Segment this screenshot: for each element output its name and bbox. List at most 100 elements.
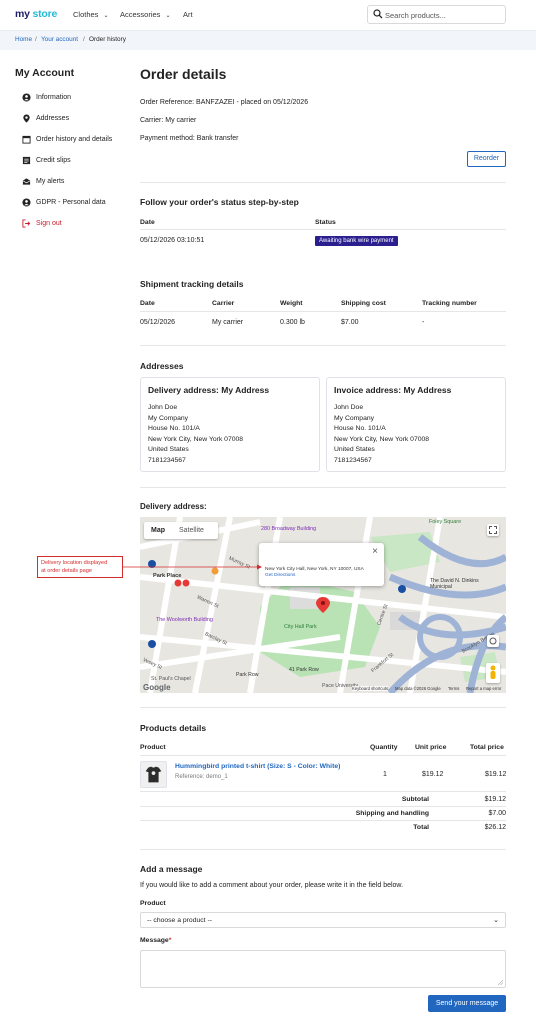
- map-label-dinkins: The David N. Dinkins Municipal: [430, 578, 479, 590]
- shipment-weight: 0.300 lb: [280, 319, 305, 326]
- chevron-down-icon: ⌄: [165, 13, 171, 19]
- products-header-product: Product: [140, 744, 166, 751]
- breadcrumb-current: Order history: [89, 36, 126, 43]
- shipment-section-title: Shipment tracking details: [140, 279, 244, 289]
- delivery-address-title: Delivery address: My Address: [148, 385, 270, 395]
- nav-accessories[interactable]: Accessories ⌄: [120, 10, 170, 19]
- map-type-tabs: Map Satellite: [144, 522, 218, 539]
- store-logo[interactable]: my store: [15, 8, 57, 20]
- envelope-icon: [22, 178, 31, 185]
- status-header-status: Status: [315, 219, 336, 226]
- map-label-park-row: Park Row: [236, 672, 259, 678]
- person-icon: [22, 93, 31, 102]
- location-pin-icon: [23, 114, 30, 123]
- map-tab-satellite[interactable]: Satellite: [172, 522, 211, 539]
- shipment-cost: $7.00: [341, 319, 359, 326]
- reorder-button[interactable]: Reorder: [467, 151, 506, 167]
- nav-art[interactable]: Art: [183, 10, 193, 19]
- annotation-text: Delivery location displayed: [41, 560, 108, 566]
- close-icon[interactable]: ×: [372, 546, 378, 557]
- message-textarea[interactable]: [140, 950, 506, 988]
- person-icon: [22, 198, 31, 207]
- invoice-address-lines: John Doe My Company House No. 101/A New …: [334, 403, 429, 466]
- map-pan-control-icon[interactable]: [487, 635, 499, 647]
- products-header-unit-price: Unit price: [415, 744, 447, 751]
- table-divider: [140, 229, 506, 230]
- sidebar-item-sign-out[interactable]: Sign out: [22, 219, 62, 228]
- delivery-address-lines: John Doe My Company House No. 101/A New …: [148, 403, 243, 466]
- sidebar-item-information[interactable]: Information: [22, 93, 71, 102]
- product-select[interactable]: -- choose a product -- ⌄: [140, 912, 506, 928]
- address-line: United States: [334, 446, 375, 453]
- divider: [140, 487, 506, 488]
- sidebar-item-addresses[interactable]: Addresses: [22, 114, 69, 123]
- map-terms-link[interactable]: Terms: [448, 686, 459, 691]
- product-name-link[interactable]: Hummingbird printed t-shirt (Size: S - C…: [175, 763, 340, 770]
- send-message-button[interactable]: Send your message: [428, 995, 506, 1012]
- street-view-pegman-icon[interactable]: [486, 663, 500, 683]
- status-date: 05/12/2026 03:10:51: [140, 237, 205, 244]
- message-section-title: Add a message: [140, 864, 203, 874]
- products-header-total-price: Total price: [470, 744, 504, 751]
- address-line: My Company: [148, 414, 189, 422]
- shipping-label: Shipping and handling: [355, 810, 429, 817]
- map-tab-map[interactable]: Map: [144, 522, 172, 539]
- resize-handle-icon[interactable]: [498, 980, 503, 985]
- order-carrier: Carrier: My carrier: [140, 117, 197, 124]
- map-label-park-place: Park Place: [153, 573, 182, 579]
- shipment-date: 05/12/2026: [140, 319, 176, 326]
- shipment-carrier: My carrier: [212, 319, 244, 326]
- delivery-address-card: Delivery address: My Address John Doe My…: [140, 377, 320, 472]
- product-unit-price: $19.12: [422, 771, 444, 778]
- fullscreen-icon[interactable]: [487, 524, 499, 536]
- search-placeholder: Search products...: [385, 11, 446, 20]
- breadcrumb-account[interactable]: Your account: [41, 36, 78, 43]
- subtotal-label: Subtotal: [401, 796, 429, 803]
- search-icon: [373, 9, 383, 19]
- map-report-error-link[interactable]: Report a map error: [466, 686, 501, 691]
- map-label-41-park-row: 41 Park Row: [289, 667, 319, 673]
- map-label-st-pauls: St. Paul's Chapel: [151, 676, 191, 682]
- status-header-date: Date: [140, 219, 155, 226]
- invoice-address-title: Invoice address: My Address: [334, 385, 452, 395]
- address-line: John Doe: [148, 404, 178, 411]
- shipment-header-carrier: Carrier: [212, 300, 235, 307]
- sign-out-icon: [22, 219, 31, 228]
- address-line: New York City, New York 07008: [148, 435, 244, 443]
- product-quantity: 1: [383, 771, 387, 778]
- divider: [140, 849, 506, 850]
- map-section-title: Delivery address:: [140, 502, 207, 511]
- sidebar-item-my-alerts[interactable]: My alerts: [22, 177, 64, 186]
- calendar-icon: [22, 135, 31, 144]
- divider: [140, 345, 506, 346]
- products-header-quantity: Quantity: [370, 744, 398, 751]
- nav-clothes[interactable]: Clothes ⌄: [73, 10, 108, 19]
- total-value: $26.12: [484, 824, 506, 831]
- map-label-city-hall-park: City Hall Park: [284, 624, 317, 630]
- table-divider: [140, 791, 506, 792]
- chevron-down-icon: ⌄: [103, 13, 109, 19]
- sidebar-item-gdpr[interactable]: GDPR - Personal data: [22, 198, 106, 207]
- breadcrumb: [0, 30, 536, 50]
- address-line: 7181234567: [334, 456, 372, 464]
- table-divider: [140, 820, 506, 821]
- sidebar-item-credit-slips[interactable]: Credit slips: [22, 156, 71, 165]
- annotation-arrow: [123, 564, 262, 570]
- map-keyboard-shortcuts[interactable]: Keyboard shortcuts: [352, 686, 389, 691]
- sidebar-item-order-history[interactable]: Order history and details: [22, 135, 112, 144]
- products-section-title: Products details: [140, 723, 207, 733]
- search-input[interactable]: Search products...: [367, 5, 506, 24]
- address-line: United States: [148, 446, 189, 453]
- product-select-value: -- choose a product --: [147, 917, 212, 924]
- addresses-section-title: Addresses: [140, 361, 184, 371]
- address-line: New York City, New York 07008: [334, 435, 430, 443]
- breadcrumb-home[interactable]: Home: [15, 36, 32, 43]
- total-label: Total: [413, 824, 429, 831]
- get-directions-link[interactable]: Get Directions: [265, 573, 295, 578]
- address-line: My Company: [334, 414, 375, 422]
- product-thumbnail[interactable]: [140, 761, 167, 788]
- shipment-header-shipping-cost: Shipping cost: [341, 300, 386, 307]
- shipment-header-weight: Weight: [280, 300, 303, 307]
- page-title: Order details: [140, 66, 227, 82]
- status-badge: Awaiting bank wire payment: [315, 236, 398, 246]
